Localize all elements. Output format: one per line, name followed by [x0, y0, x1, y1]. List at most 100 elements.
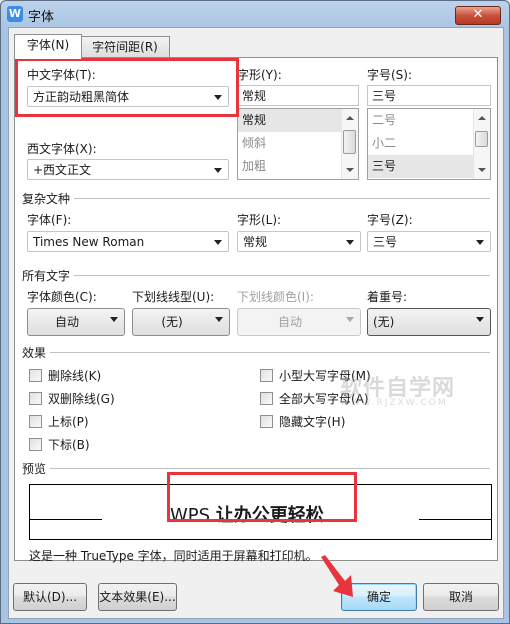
font-description: 这是一种 TrueType 字体，同时适用于屏幕和打印机。 [29, 549, 318, 563]
tab-font[interactable]: 字体(N) [14, 34, 82, 59]
checkbox-icon[interactable] [29, 392, 42, 405]
list-item[interactable]: 三号 [368, 155, 490, 178]
checkbox-icon[interactable] [29, 438, 42, 451]
chevron-down-icon [215, 317, 223, 322]
divider [74, 275, 490, 276]
complex-size-value: 三号 [373, 235, 398, 249]
chevron-down-icon [346, 240, 354, 245]
superscript-checkbox[interactable]: 上标(P) [29, 413, 89, 430]
dialog-client: 字体(N) 字符间距(R) 中文字体(T): 方正韵动粗黑简体 西文字体(X):… [8, 27, 504, 619]
complex-style-select[interactable]: 常规 [237, 231, 361, 252]
window-title: 字体 [28, 10, 55, 25]
checkbox-icon[interactable] [260, 415, 273, 428]
complex-style-label: 字形(L): [237, 213, 282, 227]
cancel-button[interactable]: 取消 [423, 583, 499, 611]
list-item[interactable]: 二号 [368, 109, 490, 132]
western-font-value: +西文正文 [33, 163, 92, 177]
checkbox-label: 下标(B) [48, 438, 90, 452]
style-label: 字形(Y): [237, 68, 282, 82]
watermark-url: WWW.RJZXW.COM [340, 398, 448, 408]
style-input[interactable]: 常规 [237, 85, 359, 106]
complex-script-group: 复杂文种 [22, 190, 490, 206]
divider [50, 352, 490, 353]
list-item[interactable]: 常规 [238, 109, 358, 132]
checkbox-label: 隐藏文字(H) [279, 415, 346, 429]
checkbox-icon[interactable] [260, 392, 273, 405]
default-button[interactable]: 默认(D)... [13, 583, 87, 611]
complex-font-label: 字体(F): [27, 213, 72, 227]
title-bar[interactable]: W 字体 ✕ [1, 1, 509, 27]
underline-color-label: 下划线颜色(I): [237, 290, 314, 304]
checkbox-icon[interactable] [260, 369, 273, 382]
underline-color-select: 自动 [237, 308, 361, 336]
divider [50, 468, 490, 469]
size-listbox[interactable]: 二号 小二 三号 [367, 108, 491, 180]
group-label: 预览 [22, 462, 47, 476]
font-color-select[interactable]: 自动 [27, 308, 125, 336]
group-label: 复杂文种 [22, 192, 71, 206]
western-font-select[interactable]: +西文正文 [27, 159, 229, 180]
list-item[interactable]: 加粗 [238, 155, 358, 178]
list-item[interactable]: 倾斜 [238, 132, 358, 155]
all-text-group: 所有文字 [22, 267, 490, 283]
annotation-arrow-shape [321, 555, 353, 597]
complex-font-value: Times New Roman [33, 235, 145, 249]
checkbox-icon[interactable] [29, 369, 42, 382]
underline-type-select[interactable]: (无) [132, 308, 230, 336]
emphasis-select[interactable]: (无) [367, 308, 491, 336]
checkbox-label: 双删除线(G) [48, 392, 115, 406]
baseline-left [30, 519, 102, 520]
hidden-text-checkbox[interactable]: 隐藏文字(H) [260, 413, 345, 430]
size-label: 字号(S): [367, 68, 413, 82]
scroll-down-icon[interactable] [346, 168, 354, 172]
annotation-box-chinese-font [15, 58, 239, 117]
underline-type-value: (无) [161, 315, 183, 329]
tab-character-spacing[interactable]: 字符间距(R) [80, 36, 170, 58]
chevron-down-icon [476, 317, 484, 322]
baseline-right [419, 519, 491, 520]
group-label: 效果 [22, 346, 47, 360]
chevron-down-icon [110, 317, 118, 322]
checkbox-label: 上标(P) [48, 415, 89, 429]
chevron-down-icon [476, 240, 484, 245]
group-label: 所有文字 [22, 269, 71, 283]
complex-font-select[interactable]: Times New Roman [27, 231, 229, 252]
scroll-down-icon[interactable] [478, 168, 486, 172]
scroll-up-icon[interactable] [346, 116, 354, 120]
font-tab-panel: 中文字体(T): 方正韵动粗黑简体 西文字体(X): +西文正文 字形(Y): … [14, 57, 498, 563]
wps-icon: W [7, 6, 23, 22]
chevron-down-icon [346, 317, 354, 322]
divider [74, 198, 490, 199]
emphasis-label: 着重号: [367, 290, 408, 304]
annotation-box-preview [167, 472, 357, 522]
size-input[interactable]: 三号 [367, 85, 491, 106]
checkbox-icon[interactable] [29, 415, 42, 428]
underline-type-label: 下划线线型(U): [132, 290, 215, 304]
font-color-value: 自动 [54, 315, 79, 329]
complex-size-select[interactable]: 三号 [367, 231, 491, 252]
checkbox-label: 删除线(K) [48, 369, 102, 383]
font-color-label: 字体颜色(C): [27, 290, 97, 304]
style-listbox[interactable]: 常规 倾斜 加粗 [237, 108, 359, 180]
strikethrough-checkbox[interactable]: 删除线(K) [29, 367, 101, 384]
scroll-up-icon[interactable] [478, 116, 486, 120]
size-scrollbar[interactable] [473, 109, 490, 179]
close-button[interactable]: ✕ [455, 6, 501, 25]
complex-style-value: 常规 [243, 235, 268, 249]
watermark: 软件自学网 WWW.RJZXW.COM [340, 370, 455, 408]
underline-color-value: 自动 [277, 315, 302, 329]
western-font-label: 西文字体(X): [27, 142, 97, 156]
list-item[interactable]: 小二 [368, 132, 490, 155]
text-effects-button[interactable]: 文本效果(E)... [98, 583, 177, 611]
subscript-checkbox[interactable]: 下标(B) [29, 436, 90, 453]
scroll-thumb[interactable] [343, 130, 356, 154]
scroll-thumb[interactable] [475, 131, 488, 147]
effects-group: 效果 [22, 344, 490, 360]
complex-size-label: 字号(Z): [367, 213, 413, 227]
double-strikethrough-checkbox[interactable]: 双删除线(G) [29, 390, 115, 407]
chevron-down-icon [214, 168, 222, 173]
annotation-arrow-icon [321, 555, 353, 597]
font-dialog: W 字体 ✕ 字体(N) 字符间距(R) 中文字体(T): 方正韵动粗黑简体 西… [0, 0, 510, 624]
chevron-down-icon [214, 240, 222, 245]
style-scrollbar[interactable] [341, 109, 358, 179]
